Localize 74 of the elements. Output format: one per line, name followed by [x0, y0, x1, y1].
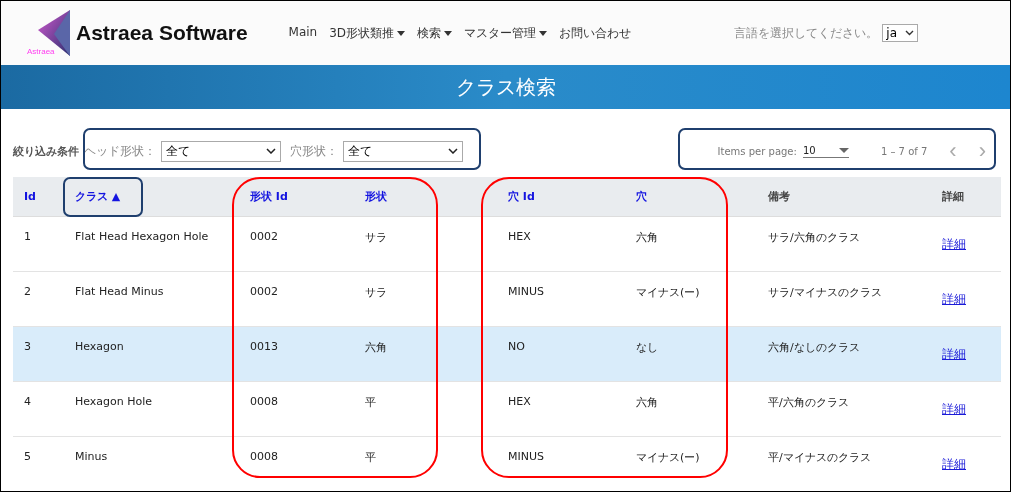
table-cell-text: 0002: [249, 229, 279, 245]
table-cell-text: Minus: [74, 449, 109, 465]
table-cell-text: 3: [23, 339, 32, 355]
table-cell-text: 4: [23, 394, 32, 410]
detail-link[interactable]: 詳細: [942, 401, 966, 418]
column-header[interactable]: 形状: [354, 189, 497, 204]
column-header[interactable]: 穴 Id: [497, 189, 625, 204]
detail-link[interactable]: 詳細: [942, 291, 966, 308]
table-cell-text: 六角: [635, 230, 659, 246]
chevron-down-icon: [905, 30, 914, 36]
page-range: 1 – 7 of 7: [880, 145, 928, 157]
table-cell-text: 六角/なしのクラス: [767, 340, 861, 356]
table-cell-text: マイナス(ー): [635, 450, 701, 466]
table-cell-text: 1: [23, 229, 32, 245]
column-header: 詳細: [941, 189, 965, 204]
table-cell-text: なし: [635, 340, 659, 356]
table-cell-text: 平/マイナスのクラス: [767, 450, 872, 466]
table-cell-text: 0013: [249, 339, 279, 355]
items-per-page-select[interactable]: 10: [802, 144, 849, 158]
table-cell-text: 0002: [249, 284, 279, 300]
table-cell-text: MINUS: [507, 284, 545, 300]
table-row[interactable]: 5 Minus 0008 平 MINUS マイナス(ー) 平/マイナスのクラス 詳細: [13, 437, 1001, 491]
items-per-page-label: Items per page:: [717, 145, 797, 157]
table-cell-text: 5: [23, 449, 32, 465]
column-header[interactable]: 穴: [625, 189, 757, 204]
table-cell-text: Flat Head Minus: [74, 284, 165, 300]
table-cell-text: サラ/マイナスのクラス: [767, 285, 883, 301]
dropdown-field[interactable]: 全て: [161, 140, 281, 162]
filter-label: 絞り込み条件: [13, 143, 79, 159]
table-row[interactable]: 3 Hexagon 0013 六角 NO なし 六角/なしのクラス 詳細: [13, 327, 1001, 382]
table-cell-text: サラ: [364, 230, 388, 246]
table-cell-text: マイナス(ー): [635, 285, 701, 301]
table-cell-text: サラ/六角のクラス: [767, 230, 861, 246]
table-cell-text: Hexagon: [74, 339, 125, 355]
table-cell-text: 六角: [635, 395, 659, 411]
table-cell-text: NO: [507, 339, 526, 355]
caret-icon: [838, 148, 849, 153]
nav-link[interactable]: 3D形状類推: [329, 24, 406, 42]
detail-link[interactable]: 詳細: [942, 346, 966, 363]
brand-title: Astraea Software: [76, 21, 248, 45]
table-cell-text: 2: [23, 284, 32, 300]
table-cell-text: 平: [364, 450, 377, 466]
table-row[interactable]: 4 Hexagon Hole 0008 平 HEX 六角 平/六角のクラス 詳細: [13, 382, 1001, 437]
nav-link[interactable]: Main: [288, 24, 318, 42]
table-row[interactable]: 1 Flat Head Hexagon Hole 0002 サラ HEX 六角 サラ/六角のクラス 詳細: [13, 217, 1001, 272]
dropdown-field[interactable]: 全て: [343, 140, 463, 162]
table-cell-text: 0008: [249, 449, 279, 465]
table-cell-text: 平/六角のクラス: [767, 395, 850, 411]
column-header[interactable]: Id: [13, 190, 64, 203]
nav-link[interactable]: 検索: [417, 24, 453, 42]
page-title: クラス検索: [455, 73, 556, 101]
language-select[interactable]: ja: [882, 24, 918, 42]
field-label: ヘッド形状：: [84, 142, 156, 160]
column-header: 備考: [767, 189, 791, 204]
table-cell-text: HEX: [507, 394, 532, 410]
column-header[interactable]: 形状 Id: [239, 189, 354, 204]
table-cell-text: 平: [364, 395, 377, 411]
table-cell-text: Hexagon Hole: [74, 394, 154, 410]
nav-link[interactable]: マスター管理: [464, 24, 548, 42]
nav-link[interactable]: お問い合わせ: [559, 24, 632, 42]
chevron-down-icon: [448, 148, 458, 154]
logo-text: Astraea: [27, 47, 55, 56]
detail-link[interactable]: 詳細: [942, 236, 966, 253]
table-cell-text: 六角: [364, 340, 388, 356]
language-label: 言語を選択してください。: [734, 24, 879, 42]
table-cell-text: Flat Head Hexagon Hole: [74, 229, 210, 245]
table-cell-text: MINUS: [507, 449, 545, 465]
chevron-down-icon: [266, 148, 276, 154]
table-cell-text: HEX: [507, 229, 532, 245]
table-cell-text: サラ: [364, 285, 388, 301]
column-header[interactable]: クラス ▲: [64, 189, 239, 204]
field-label: 穴形状：: [290, 142, 338, 160]
table-cell-text: 0008: [249, 394, 279, 410]
detail-link[interactable]: 詳細: [942, 456, 966, 473]
